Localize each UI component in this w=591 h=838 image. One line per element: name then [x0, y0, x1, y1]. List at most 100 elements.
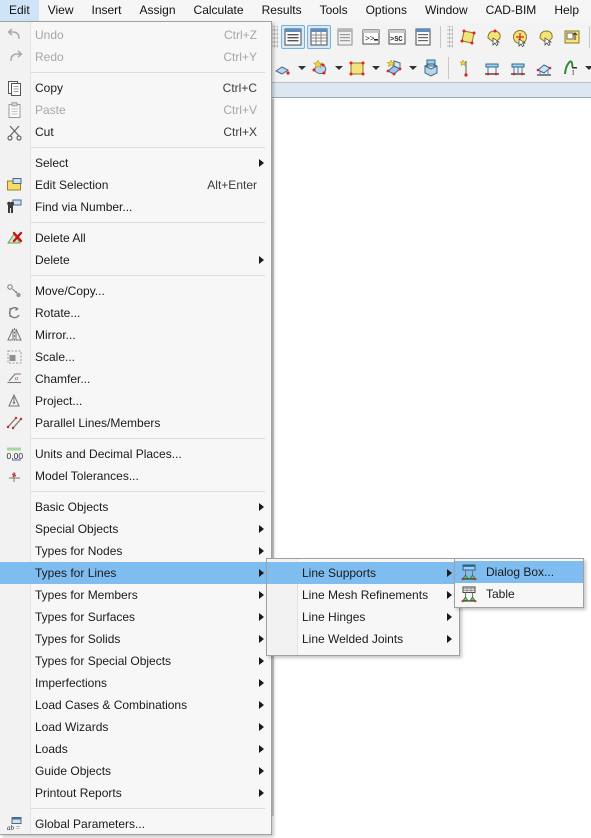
menu-item-loads[interactable]: Loads — [0, 738, 271, 760]
new-nodal-support-button[interactable] — [454, 56, 478, 80]
rotate-icon — [0, 302, 30, 324]
menu-item-global-parameters[interactable]: ab = Global Parameters... — [0, 813, 271, 835]
chevron-down-icon[interactable] — [333, 56, 344, 80]
menu-item-label: Load Cases & Combinations — [35, 698, 188, 712]
menu-item-chamfer[interactable]: a Chamfer... — [0, 368, 271, 390]
cut-icon — [0, 121, 30, 143]
paste-icon — [0, 99, 30, 121]
menu-item-types-for-nodes[interactable]: Types for Nodes — [0, 540, 271, 562]
menubar-item-options[interactable]: Options — [357, 0, 416, 21]
menu-item-model-tolerances[interactable]: Model Tolerances... — [0, 465, 271, 487]
menubar-item-help[interactable]: Help — [545, 0, 588, 21]
menu-item-basic-objects[interactable]: Basic Objects — [0, 496, 271, 518]
new-line-button[interactable] — [308, 56, 332, 80]
new-node-button[interactable] — [271, 56, 295, 80]
menubar-item-edit[interactable]: Edit — [0, 0, 39, 21]
select-area-button[interactable] — [456, 25, 480, 49]
menu-item-types-for-solids[interactable]: Types for Solids — [0, 628, 271, 650]
menu-item-printout-reports[interactable]: Printout Reports — [0, 782, 271, 804]
menu-item-accelerator: Alt+Enter — [207, 178, 257, 192]
chevron-down-icon[interactable] — [296, 56, 307, 80]
new-surface-button[interactable] — [345, 56, 369, 80]
menu-item-cut[interactable]: Cut Ctrl+X — [0, 121, 271, 143]
menu-item-accelerator: Ctrl+V — [223, 103, 257, 117]
toolbar-grip-icon[interactable] — [447, 25, 453, 48]
menubar-item-results[interactable]: Results — [253, 0, 311, 21]
menu-item-label: Types for Lines — [35, 566, 117, 580]
menu-item-move-copy[interactable]: Move/Copy... — [0, 280, 271, 302]
submenu-item-line-supports[interactable]: Line Supports — [267, 562, 459, 584]
menu-item-paste[interactable]: Paste Ctrl+V — [0, 99, 271, 121]
navigator-panel-button[interactable] — [281, 24, 305, 49]
menu-item-special-objects[interactable]: Special Objects — [0, 518, 271, 540]
menu-item-types-for-surfaces[interactable]: Types for Surfaces — [0, 606, 271, 628]
new-line-support-button[interactable] — [480, 56, 504, 80]
submenu-item-line-welded-joints[interactable]: Line Welded Joints — [267, 628, 459, 650]
menu-item-find-via-number[interactable]: Find via Number... — [0, 196, 271, 218]
menubar-item-cad-bim[interactable]: CAD-BIM — [477, 0, 546, 21]
menu-item-edit-selection[interactable]: Edit Selection Alt+Enter — [0, 174, 271, 196]
menu-item-delete[interactable]: Delete — [0, 249, 271, 271]
menu-item-label: Global Parameters... — [35, 817, 146, 831]
scale-icon — [0, 346, 30, 368]
select-objects-button[interactable] — [508, 25, 532, 49]
new-solid-button[interactable] — [419, 56, 443, 80]
submenu-item-line-mesh-refinements[interactable]: Line Mesh Refinements — [267, 584, 459, 606]
menu-item-select[interactable]: Select — [0, 152, 271, 174]
display-properties-button[interactable] — [333, 25, 357, 49]
menu-item-label: Model Tolerances... — [35, 469, 139, 483]
menu-item-undo[interactable]: Undo Ctrl+Z — [0, 24, 271, 46]
edit-selection-button[interactable] — [560, 25, 584, 49]
menu-item-parallel-lines-members[interactable]: Parallel Lines/Members — [0, 412, 271, 434]
svg-text:a: a — [15, 376, 18, 382]
command-line-button[interactable]: >> — [359, 25, 383, 49]
redo-icon — [0, 46, 30, 68]
menubar-item-window[interactable]: Window — [416, 0, 477, 21]
submenu-item-table[interactable]: Table — [455, 583, 583, 605]
chevron-down-icon[interactable] — [370, 56, 381, 80]
menubar-item-insert[interactable]: Insert — [82, 0, 130, 21]
deselect-button[interactable] — [534, 25, 558, 49]
select-special-button[interactable] — [482, 25, 506, 49]
chevron-down-icon[interactable] — [583, 56, 591, 80]
model-canvas[interactable] — [270, 99, 591, 838]
menubar-item-tools[interactable]: Tools — [311, 0, 357, 21]
menu-item-copy[interactable]: Copy Ctrl+C — [0, 77, 271, 99]
menu-item-mirror[interactable]: Mirror... — [0, 324, 271, 346]
chevron-down-icon[interactable] — [407, 56, 418, 80]
menu-item-types-for-members[interactable]: Types for Members — [0, 584, 271, 606]
menu-item-label: Find via Number... — [35, 200, 133, 214]
menu-item-delete-all[interactable]: Delete All — [0, 227, 271, 249]
tables-panel-button[interactable] — [307, 24, 331, 49]
toolbar-grip-icon[interactable] — [272, 25, 278, 48]
menubar-item-view[interactable]: View — [39, 0, 83, 21]
chamfer-icon: a — [0, 368, 30, 390]
menu-item-imperfections[interactable]: Imperfections — [0, 672, 271, 694]
new-surface-support-button[interactable] — [532, 56, 556, 80]
new-hinge-button[interactable]: I — [558, 56, 582, 80]
submenu-item-line-hinges[interactable]: Line Hinges — [267, 606, 459, 628]
svg-text:ab: ab — [7, 824, 15, 832]
menu-item-types-for-lines[interactable]: Types for Lines — [0, 562, 271, 584]
menu-item-types-for-special-objects[interactable]: Types for Special Objects — [0, 650, 271, 672]
script-console-button[interactable]: >SC — [385, 25, 409, 49]
menubar-item-calculate[interactable]: Calculate — [185, 0, 253, 21]
menu-item-guide-objects[interactable]: Guide Objects — [0, 760, 271, 782]
menu-separator — [31, 222, 265, 223]
submenu-item-dialog-box[interactable]: Dialog Box... — [455, 561, 583, 583]
menu-item-accelerator: Ctrl+Z — [224, 28, 257, 42]
menu-item-redo[interactable]: Redo Ctrl+Y — [0, 46, 271, 68]
toolbar-region: >> >SC I — [270, 21, 591, 83]
menu-item-scale[interactable]: Scale... — [0, 346, 271, 368]
menu-item-rotate[interactable]: Rotate... — [0, 302, 271, 324]
menubar-item-assign[interactable]: Assign — [131, 0, 185, 21]
menu-item-project[interactable]: Project... — [0, 390, 271, 412]
new-member-button[interactable] — [382, 56, 406, 80]
menu-item-label: Copy — [35, 81, 64, 95]
menu-item-load-cases-and-combinations[interactable]: Load Cases & Combinations — [0, 694, 271, 716]
menu-item-load-wizards[interactable]: Load Wizards — [0, 716, 271, 738]
submenu-item-label: Line Welded Joints — [302, 632, 404, 646]
new-member-support-button[interactable] — [506, 56, 530, 80]
printout-report-button[interactable] — [411, 25, 435, 49]
menu-item-units-and-decimal-places[interactable]: 0,00 Units and Decimal Places... — [0, 443, 271, 465]
